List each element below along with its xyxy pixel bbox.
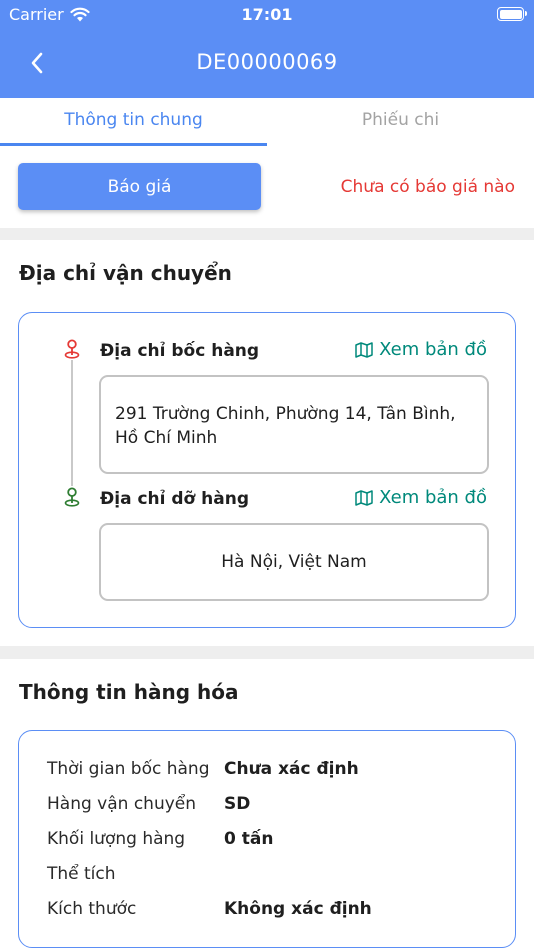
section-divider (0, 228, 534, 240)
quote-row: Báo giá Chưa có báo giá nào (0, 146, 534, 228)
battery-icon (497, 7, 527, 21)
info-key: Hàng vận chuyển (47, 794, 197, 814)
info-value: Không xác định (224, 899, 372, 919)
dropoff-address-box: Hà Nội, Việt Nam (99, 523, 489, 601)
goods-section-title: Thông tin hàng hóa (19, 680, 239, 704)
info-key: Thời gian bốc hàng (47, 759, 210, 779)
dropoff-view-map-label: Xem bản đồ (379, 487, 487, 508)
dropoff-view-map-link[interactable]: Xem bản đồ (355, 487, 487, 508)
info-value: Chưa xác định (224, 759, 359, 779)
page-title: DE00000069 (196, 50, 338, 74)
tab-bar: Thông tin chung Phiếu chi (0, 98, 534, 146)
shipping-address-card: Địa chỉ bốc hàng Xem bản đồ 291 Trường C… (18, 312, 516, 628)
dropoff-pin-icon (64, 487, 80, 507)
pickup-address-label: Địa chỉ bốc hàng (100, 341, 260, 361)
dropoff-address-label: Địa chỉ dỡ hàng (100, 489, 249, 509)
tab-payment-voucher[interactable]: Phiếu chi (267, 98, 534, 146)
pickup-view-map-link[interactable]: Xem bản đồ (355, 339, 487, 360)
app-header: Carrier 17:01 DE00000069 (0, 0, 534, 98)
info-key: Kích thước (47, 899, 137, 919)
status-time: 17:01 (241, 5, 293, 24)
nav-bar: DE00000069 (0, 38, 534, 88)
quote-status-text: Chưa có báo giá nào (340, 177, 515, 197)
section-divider (0, 646, 534, 659)
pickup-address-box: 291 Trường Chinh, Phường 14, Tân Bình, H… (99, 375, 489, 474)
info-key: Thể tích (47, 864, 116, 884)
map-icon (355, 489, 373, 506)
shipping-section-title: Địa chỉ vận chuyển (19, 261, 232, 285)
info-value: 0 tấn (224, 829, 274, 849)
info-key: Khối lượng hàng (47, 829, 186, 849)
map-icon (355, 341, 373, 358)
goods-info-card: Thời gian bốc hàng Chưa xác định Hàng vậ… (18, 730, 516, 948)
info-value: SD (224, 794, 251, 814)
battery-level (499, 9, 522, 19)
pickup-view-map-label: Xem bản đồ (379, 339, 487, 360)
pickup-pin-icon (64, 339, 80, 359)
quote-button[interactable]: Báo giá (18, 163, 261, 210)
tab-general-info[interactable]: Thông tin chung (0, 98, 267, 146)
timeline-connector (71, 360, 73, 486)
status-bar: Carrier 17:01 (0, 0, 534, 30)
